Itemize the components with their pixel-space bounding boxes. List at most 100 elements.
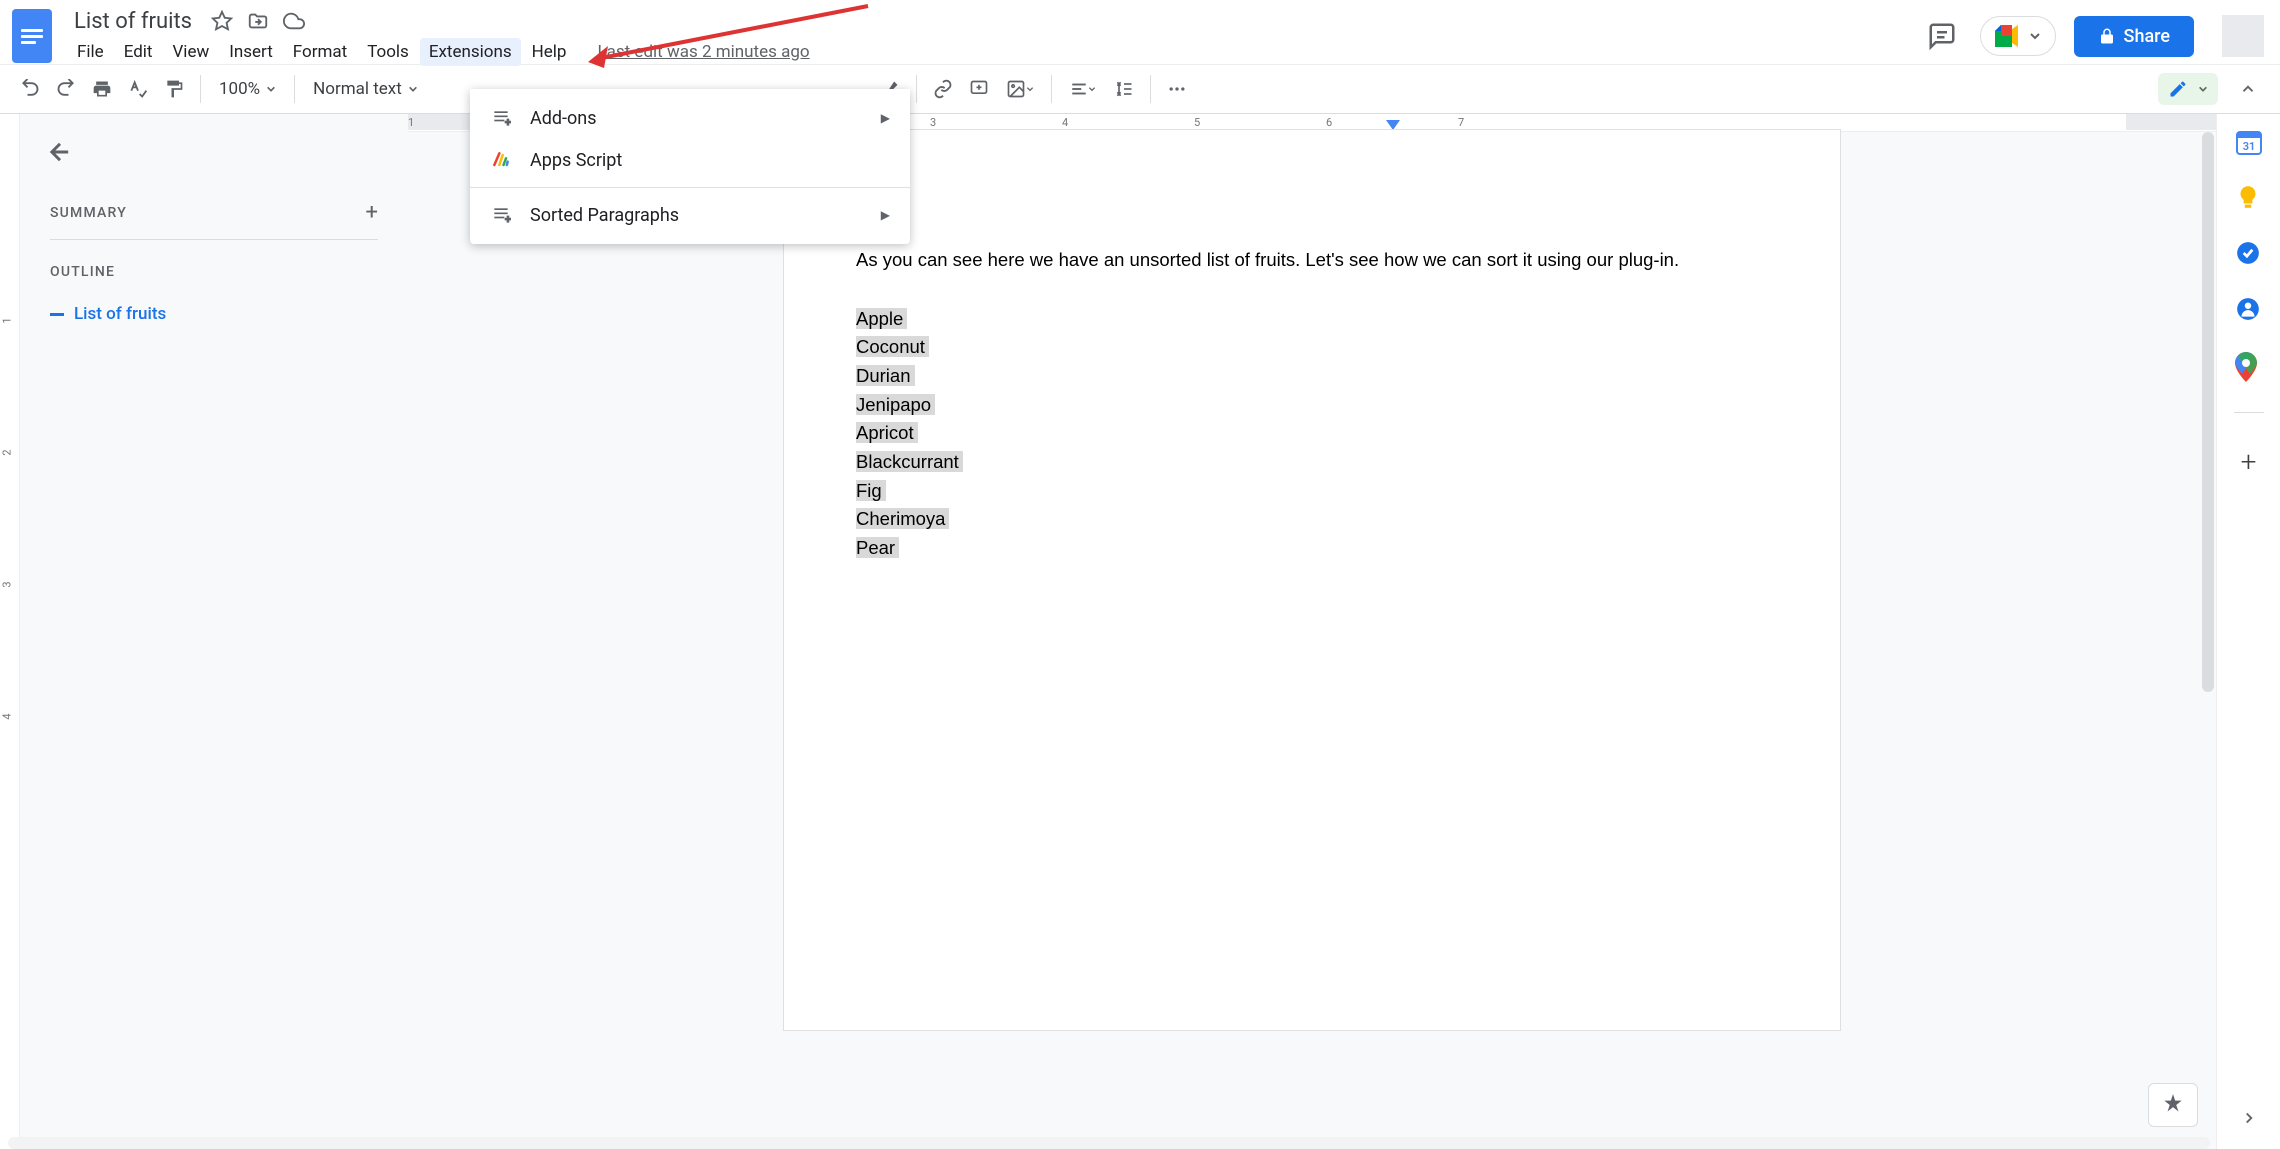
tasks-icon[interactable]: [2235, 240, 2263, 268]
docs-logo[interactable]: [12, 9, 52, 63]
apps-script-icon: [490, 149, 512, 171]
horizontal-scrollbar[interactable]: [8, 1137, 2210, 1149]
contacts-icon[interactable]: [2235, 296, 2263, 324]
vruler-number: 1: [1, 317, 14, 323]
hruler-number: 5: [1194, 116, 1200, 129]
image-button[interactable]: [999, 73, 1041, 105]
spellcheck-button[interactable]: [122, 73, 154, 105]
menu-edit[interactable]: Edit: [115, 38, 162, 66]
side-panel: 31 +: [2216, 114, 2280, 1149]
vruler-number: 4: [1, 713, 14, 719]
doc-title[interactable]: List of fruits: [68, 7, 198, 36]
hruler-number: 6: [1326, 116, 1332, 129]
hruler-number: 4: [1062, 116, 1068, 129]
svg-text:+: +: [505, 215, 511, 226]
style-select[interactable]: Normal text: [305, 75, 426, 103]
share-button[interactable]: Share: [2074, 16, 2194, 57]
style-value: Normal text: [313, 79, 402, 99]
toolbar-separator: [200, 75, 201, 103]
last-edit-link[interactable]: Last edit was 2 minutes ago: [597, 42, 809, 62]
menu-tools[interactable]: Tools: [358, 38, 418, 66]
menu-view[interactable]: View: [163, 38, 218, 66]
share-label: Share: [2124, 26, 2170, 47]
outline-label: OUTLINE: [40, 256, 388, 288]
pencil-icon: [2168, 79, 2188, 99]
paint-format-button[interactable]: [158, 73, 190, 105]
link-button[interactable]: [927, 73, 959, 105]
sorted-paragraphs-icon: +: [490, 204, 512, 226]
side-panel-toggle[interactable]: [2240, 1109, 2258, 1149]
fruit-line: Pear: [856, 534, 1768, 563]
explore-button[interactable]: [2148, 1083, 2198, 1127]
menu-help[interactable]: Help: [523, 38, 576, 66]
undo-button[interactable]: [14, 73, 46, 105]
chevron-down-icon: [408, 84, 418, 94]
menu-extensions[interactable]: Extensions: [420, 38, 521, 66]
outline-back-button[interactable]: [40, 132, 80, 172]
outline-pane: SUMMARY + OUTLINE List of fruits: [20, 114, 408, 1149]
zoom-select[interactable]: 100%: [211, 75, 284, 103]
title-area: List of fruits File Edit View Insert For…: [68, 7, 1922, 66]
summary-label: SUMMARY: [50, 205, 127, 221]
hruler-number: 1: [408, 116, 414, 129]
fruit-list: AppleCoconutDurianJenipapoApricotBlackcu…: [856, 305, 1768, 563]
docs-logo-icon: [21, 26, 43, 47]
lock-icon: [2098, 27, 2116, 45]
fruit-line: Jenipapo: [856, 391, 1768, 420]
toolbar: 100% Normal text: [0, 64, 2280, 114]
toolbar-separator: [294, 75, 295, 103]
outline-item[interactable]: List of fruits: [40, 298, 388, 330]
star-icon[interactable]: [210, 9, 234, 33]
collapse-toolbar-button[interactable]: [2230, 71, 2266, 107]
chevron-down-icon: [1026, 85, 1034, 93]
document-column: 1 3 4 5 6 7 As you can see here we have …: [408, 114, 2216, 1149]
redo-button[interactable]: [50, 73, 82, 105]
move-icon[interactable]: [246, 9, 270, 33]
vruler-number: 3: [1, 581, 14, 587]
dropdown-sorted-paragraphs-label: Sorted Paragraphs: [530, 205, 679, 226]
svg-text:+: +: [505, 118, 511, 129]
meet-button[interactable]: [1980, 16, 2056, 56]
document-page[interactable]: As you can see here we have an unsorted …: [784, 130, 1840, 1030]
toolbar-separator: [916, 75, 917, 103]
extensions-dropdown: + Add-ons ▶ Apps Script + Sorted Paragra…: [470, 89, 910, 244]
keep-icon[interactable]: [2235, 184, 2263, 212]
outline-item-marker: [50, 313, 64, 316]
comments-button[interactable]: [1922, 16, 1962, 56]
chevron-down-icon: [2029, 30, 2041, 42]
dropdown-apps-script[interactable]: Apps Script: [470, 139, 910, 181]
hruler-right-margin: [2126, 114, 2216, 130]
addons-plus-button[interactable]: +: [2241, 445, 2257, 478]
calendar-icon[interactable]: 31: [2235, 128, 2263, 156]
avatar[interactable]: [2222, 15, 2264, 57]
maps-icon[interactable]: [2235, 352, 2263, 380]
chevron-down-icon: [2198, 84, 2208, 94]
dropdown-addons[interactable]: + Add-ons ▶: [470, 97, 910, 139]
hruler-number: 7: [1458, 116, 1464, 129]
menu-file[interactable]: File: [68, 38, 113, 66]
print-button[interactable]: [86, 73, 118, 105]
arrow-left-icon: [46, 138, 74, 166]
toolbar-separator: [1150, 75, 1151, 103]
add-summary-button[interactable]: +: [366, 200, 378, 225]
cloud-status-icon[interactable]: [282, 9, 306, 33]
side-separator: [2234, 412, 2264, 413]
more-button[interactable]: [1161, 73, 1193, 105]
menu-insert[interactable]: Insert: [220, 38, 282, 66]
outline-divider: [50, 239, 378, 240]
vertical-scrollbar[interactable]: [2202, 132, 2214, 692]
comment-button[interactable]: [963, 73, 995, 105]
svg-text:31: 31: [2242, 140, 2255, 153]
chevron-right-icon: [2240, 1109, 2258, 1127]
addons-icon: +: [490, 107, 512, 129]
fruit-line: Blackcurrant: [856, 448, 1768, 477]
editing-mode-button[interactable]: [2158, 73, 2218, 105]
dropdown-sorted-paragraphs[interactable]: + Sorted Paragraphs ▶: [470, 194, 910, 236]
zoom-value: 100%: [219, 79, 260, 99]
fruit-line: Fig: [856, 477, 1768, 506]
align-button[interactable]: [1062, 73, 1104, 105]
menu-format[interactable]: Format: [284, 38, 356, 66]
fruit-line: Cherimoya: [856, 505, 1768, 534]
line-spacing-button[interactable]: [1108, 73, 1140, 105]
vertical-ruler: 1 2 3 4: [0, 114, 20, 1149]
